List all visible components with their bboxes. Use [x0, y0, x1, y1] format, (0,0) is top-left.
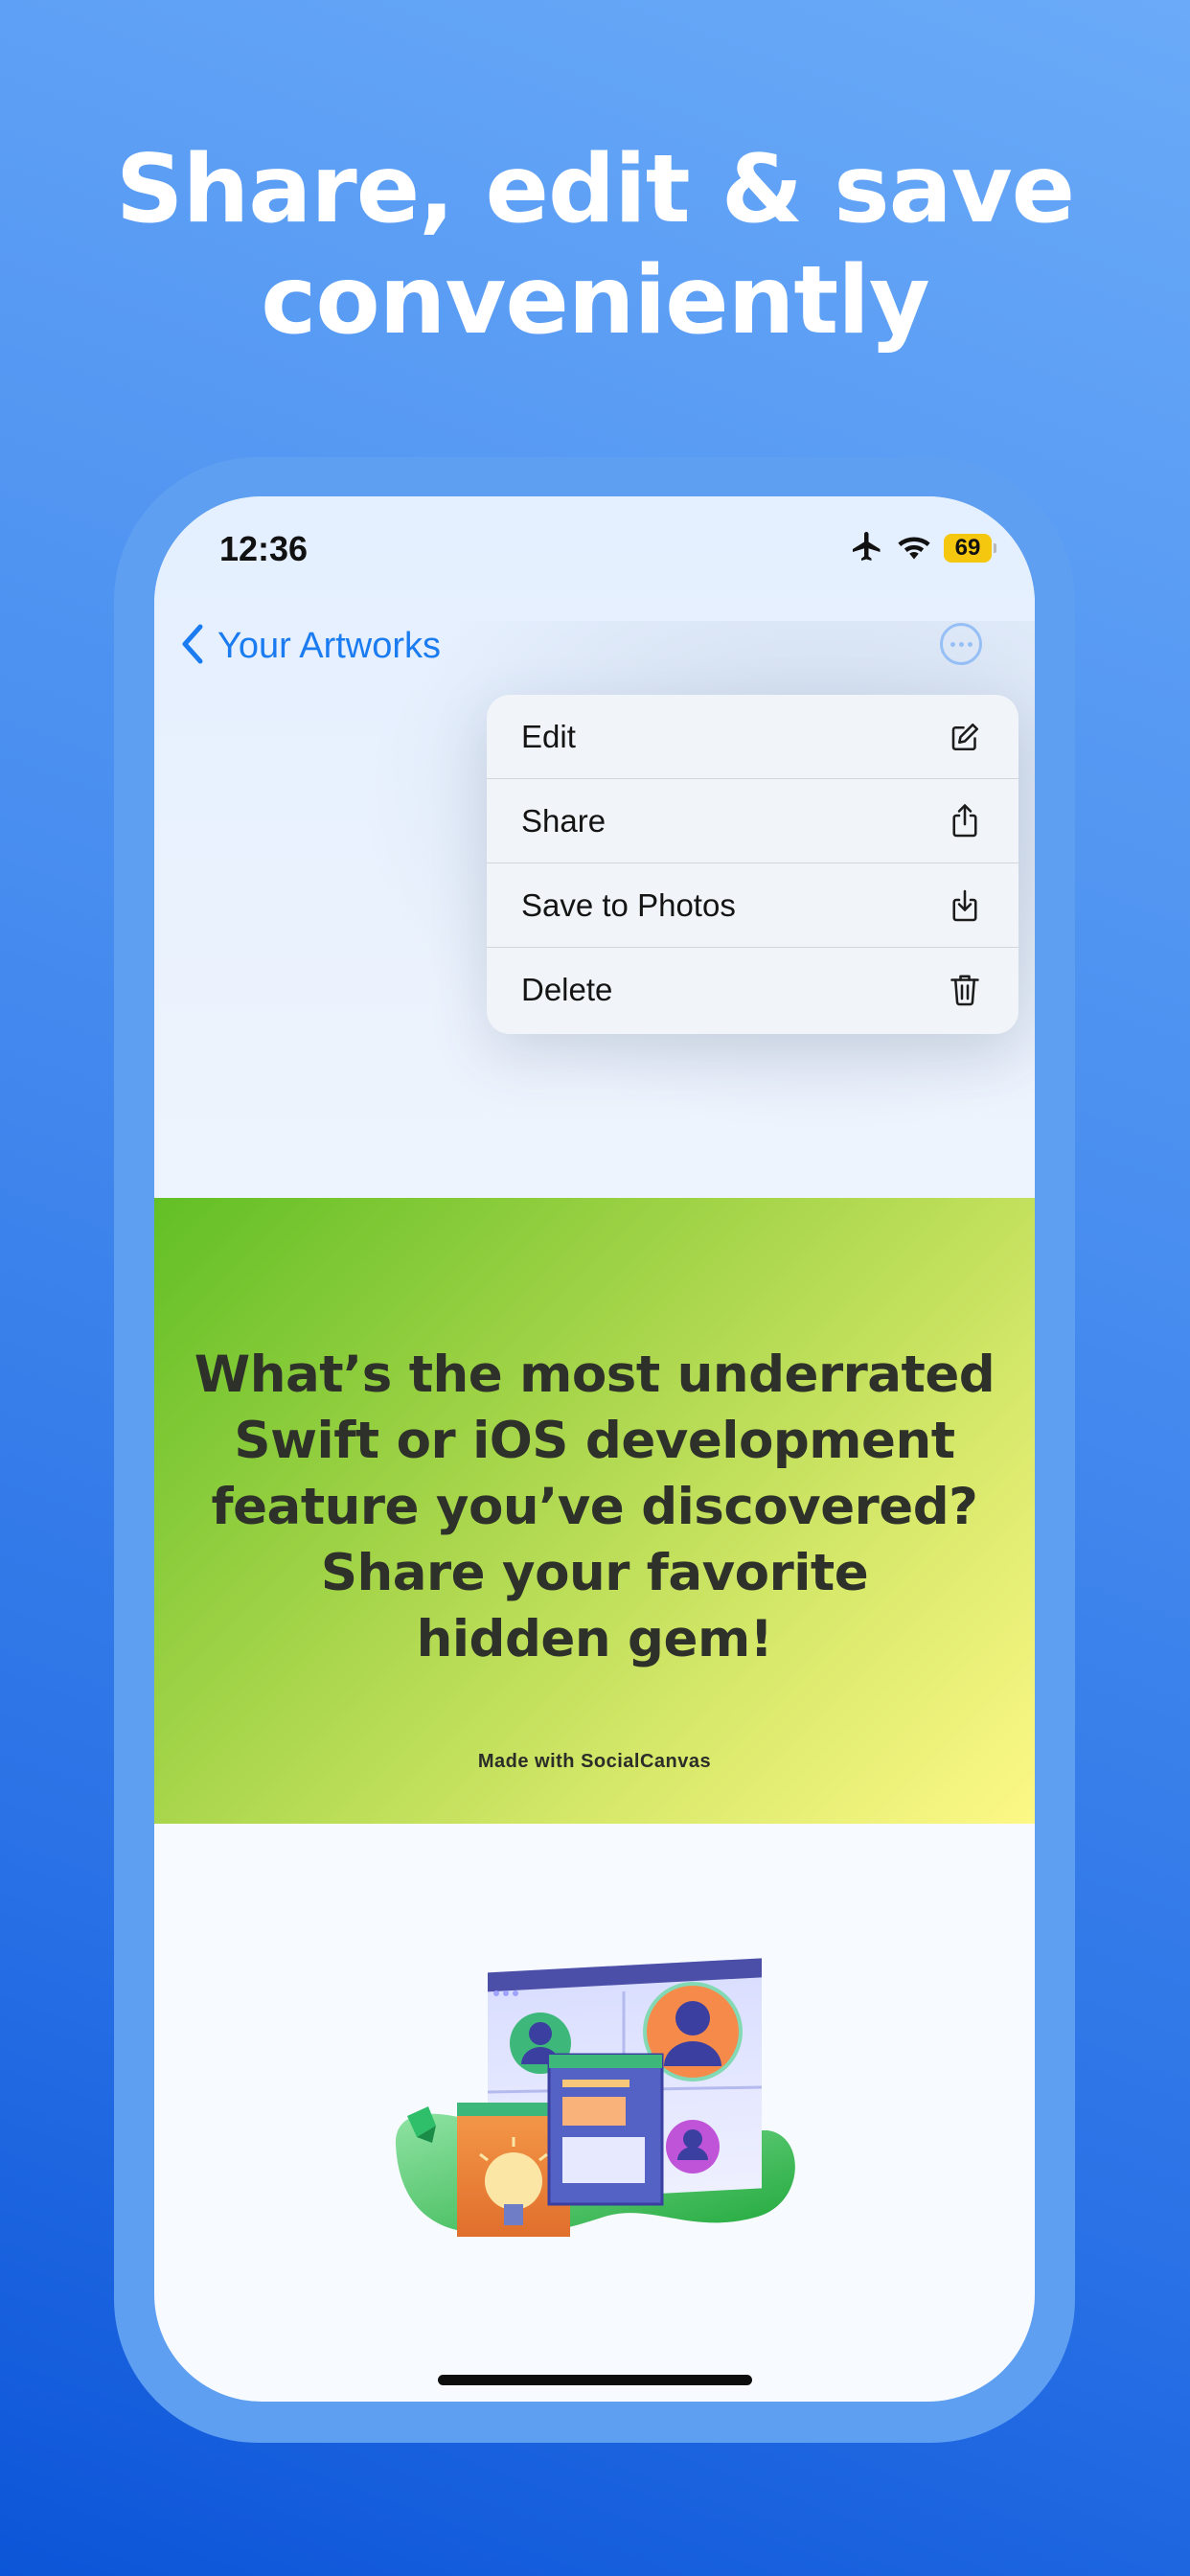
artwork-line: Share your favorite: [320, 1544, 869, 1602]
battery-tip: [994, 543, 996, 553]
share-icon: [946, 802, 984, 840]
airplane-icon: [850, 529, 884, 568]
compose-icon: [946, 718, 984, 756]
back-button[interactable]: Your Artworks: [179, 619, 441, 673]
headline-line-2: conveniently: [261, 246, 929, 356]
wifi-icon: [896, 532, 932, 565]
artwork-line: Swift or iOS development: [234, 1412, 955, 1470]
artwork-line: hidden gem!: [416, 1610, 773, 1668]
menu-item-share[interactable]: Share: [487, 779, 1018, 863]
battery-indicator: 69: [944, 534, 996, 563]
menu-item-delete[interactable]: Delete: [487, 948, 1018, 1032]
download-icon: [946, 886, 984, 925]
headline-line-1: Share, edit & save: [115, 135, 1075, 244]
collaboration-illustration: [395, 1958, 795, 2237]
more-options-button[interactable]: [940, 623, 982, 665]
trash-icon: [946, 971, 984, 1009]
headline: Share, edit & save conveniently: [0, 134, 1190, 356]
context-menu: Edit Share Save to Photos Delete: [487, 695, 1018, 1034]
status-icons: 69: [850, 529, 996, 567]
artwork-line: What’s the most underrated: [194, 1346, 995, 1404]
more-dot: [967, 641, 973, 647]
menu-item-save-to-photos[interactable]: Save to Photos: [487, 863, 1018, 948]
more-dot: [950, 641, 955, 647]
menu-item-label: Edit: [521, 718, 576, 754]
more-dot: [958, 641, 964, 647]
phone-screen: 12:36 69 Your Artworks Edit Share Save t…: [154, 496, 1035, 2402]
artwork-line: feature you’ve discovered?: [211, 1478, 978, 1536]
battery-level: 69: [944, 534, 992, 563]
menu-item-label: Save to Photos: [521, 886, 736, 923]
artwork-preview[interactable]: What’s the most underrated Swift or iOS …: [154, 1198, 1035, 1824]
menu-item-label: Share: [521, 802, 606, 839]
back-button-label: Your Artworks: [217, 625, 442, 666]
artwork-credit: Made with SocialCanvas: [477, 1751, 712, 1772]
home-indicator[interactable]: [438, 2375, 752, 2385]
menu-item-edit[interactable]: Edit: [487, 695, 1018, 779]
chevron-left-icon: [179, 623, 204, 670]
status-time: 12:36: [219, 529, 309, 568]
menu-item-label: Delete: [521, 972, 613, 1007]
artwork-question: What’s the most underrated Swift or iOS …: [193, 1342, 996, 1672]
